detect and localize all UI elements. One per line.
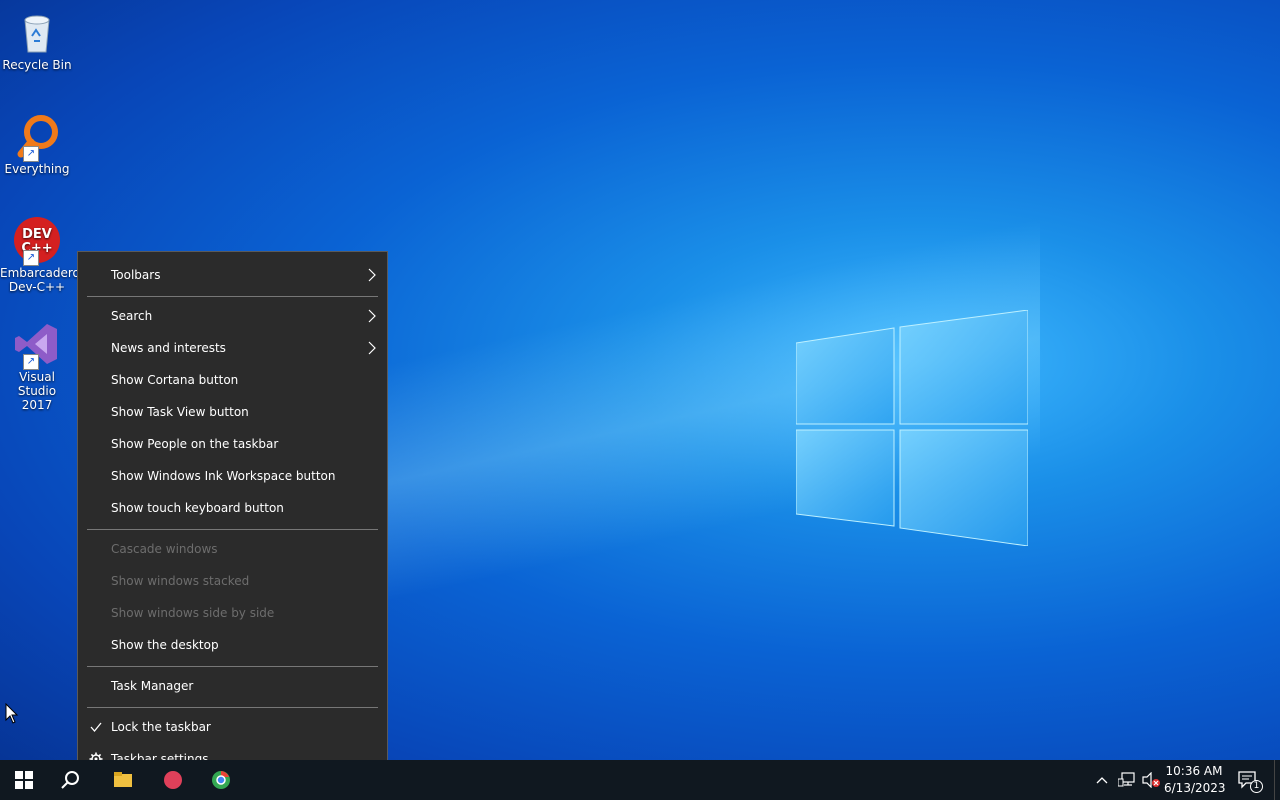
menu-item-show-cortana-button[interactable]: Show Cortana button xyxy=(78,364,387,396)
desktop-icon-label: Recycle Bin xyxy=(2,58,72,72)
menu-item-label: Show touch keyboard button xyxy=(111,501,284,515)
checkmark-icon xyxy=(88,711,104,743)
chevron-up-icon xyxy=(1096,777,1108,784)
visual-studio-icon: ↗ xyxy=(13,320,61,370)
volume-button[interactable] xyxy=(1140,760,1162,800)
menu-item-lock-the-taskbar[interactable]: Lock the taskbar xyxy=(78,711,387,743)
menu-item-label: Show windows side by side xyxy=(111,606,275,620)
menu-item-label: Lock the taskbar xyxy=(111,720,211,734)
app-icon xyxy=(164,771,182,789)
menu-separator xyxy=(87,666,378,667)
volume-muted-icon xyxy=(1142,772,1160,788)
menu-item-search[interactable]: Search xyxy=(78,300,387,332)
windows-logo-icon xyxy=(15,771,33,789)
mouse-cursor-icon xyxy=(5,703,19,724)
desktop-icon-label-line2: Dev-C++ xyxy=(8,280,66,294)
menu-item-news-and-interests[interactable]: News and interests xyxy=(78,332,387,364)
menu-item-show-task-view-button[interactable]: Show Task View button xyxy=(78,396,387,428)
chevron-right-icon xyxy=(368,309,376,323)
menu-separator xyxy=(87,707,378,708)
clock-date: 6/13/2023 xyxy=(1164,781,1226,795)
menu-item-task-manager[interactable]: Task Manager xyxy=(78,670,387,702)
menu-item-show-ink-workspace[interactable]: Show Windows Ink Workspace button xyxy=(78,460,387,492)
menu-item-show-touch-keyboard[interactable]: Show touch keyboard button xyxy=(78,492,387,524)
taskbar-search-button[interactable] xyxy=(52,760,88,800)
shortcut-arrow-icon: ↗ xyxy=(23,354,39,370)
shortcut-arrow-icon: ↗ xyxy=(23,250,39,266)
chevron-right-icon xyxy=(368,268,376,282)
desktop-icon-label-line1: Visual Studio xyxy=(17,370,57,398)
desktop-icon-label-line1: Embarcadero xyxy=(0,266,80,280)
menu-item-label: Show windows stacked xyxy=(111,574,250,588)
desktop-icon-label: Everything xyxy=(4,162,70,176)
menu-item-label: Show Cortana button xyxy=(111,373,239,387)
wallpaper-windows-logo xyxy=(796,310,1028,546)
show-desktop-button[interactable] xyxy=(1274,760,1275,800)
taskbar-app-file-explorer[interactable] xyxy=(108,760,138,800)
desktop-icon-label-line2: 2017 xyxy=(21,398,53,412)
menu-item-show-windows-stacked: Show windows stacked xyxy=(78,565,387,597)
taskbar: 10:36 AM 6/13/2023 1 xyxy=(0,760,1280,800)
chevron-right-icon xyxy=(368,341,376,355)
dev-cpp-icon: DEV C++ ↗ xyxy=(13,216,61,266)
menu-item-cascade-windows: Cascade windows xyxy=(78,533,387,565)
desktop-icon-dev-cpp[interactable]: DEV C++ ↗ Embarcadero Dev-C++ xyxy=(0,208,80,294)
shortcut-arrow-icon: ↗ xyxy=(23,146,39,162)
everything-search-icon: ↗ xyxy=(13,112,61,162)
taskbar-context-menu: Toolbars Search News and interests Show … xyxy=(77,251,388,783)
taskbar-app-pinned-red[interactable] xyxy=(158,760,188,800)
clock-button[interactable]: 10:36 AM 6/13/2023 xyxy=(1164,763,1226,797)
action-center-button[interactable]: 1 xyxy=(1232,760,1264,800)
menu-item-label: News and interests xyxy=(111,341,226,355)
menu-item-label: Show the desktop xyxy=(111,638,219,652)
desktop-icon-visual-studio[interactable]: ↗ Visual Studio 2017 xyxy=(0,312,74,412)
desktop-icon-recycle-bin[interactable]: Recycle Bin xyxy=(0,0,74,72)
clock-time: 10:36 AM xyxy=(1165,764,1223,778)
dev-icon-text: DEV xyxy=(22,227,52,242)
recycle-bin-icon xyxy=(13,8,61,56)
menu-item-label: Search xyxy=(111,309,153,323)
menu-item-label: Show People on the taskbar xyxy=(111,437,279,451)
desktop-icon-everything[interactable]: ↗ Everything xyxy=(0,104,74,176)
menu-separator xyxy=(87,296,378,297)
menu-item-toolbars[interactable]: Toolbars xyxy=(78,259,387,291)
show-hidden-icons-button[interactable] xyxy=(1092,760,1112,800)
start-button[interactable] xyxy=(0,760,48,800)
chrome-icon xyxy=(212,771,230,789)
menu-item-label: Task Manager xyxy=(111,679,194,693)
menu-item-label: Toolbars xyxy=(111,268,161,282)
menu-item-label: Cascade windows xyxy=(111,542,218,556)
menu-item-show-people[interactable]: Show People on the taskbar xyxy=(78,428,387,460)
network-icon xyxy=(1118,772,1135,787)
folder-icon xyxy=(114,772,132,787)
taskbar-app-chrome[interactable] xyxy=(206,760,236,800)
menu-separator xyxy=(87,529,378,530)
notification-count-badge: 1 xyxy=(1250,780,1263,793)
network-status-button[interactable] xyxy=(1116,760,1138,800)
menu-item-show-windows-side-by-side: Show windows side by side xyxy=(78,597,387,629)
menu-item-label: Show Windows Ink Workspace button xyxy=(111,469,336,483)
search-icon xyxy=(61,771,79,789)
menu-item-show-the-desktop[interactable]: Show the desktop xyxy=(78,629,387,661)
menu-item-label: Show Task View button xyxy=(111,405,249,419)
